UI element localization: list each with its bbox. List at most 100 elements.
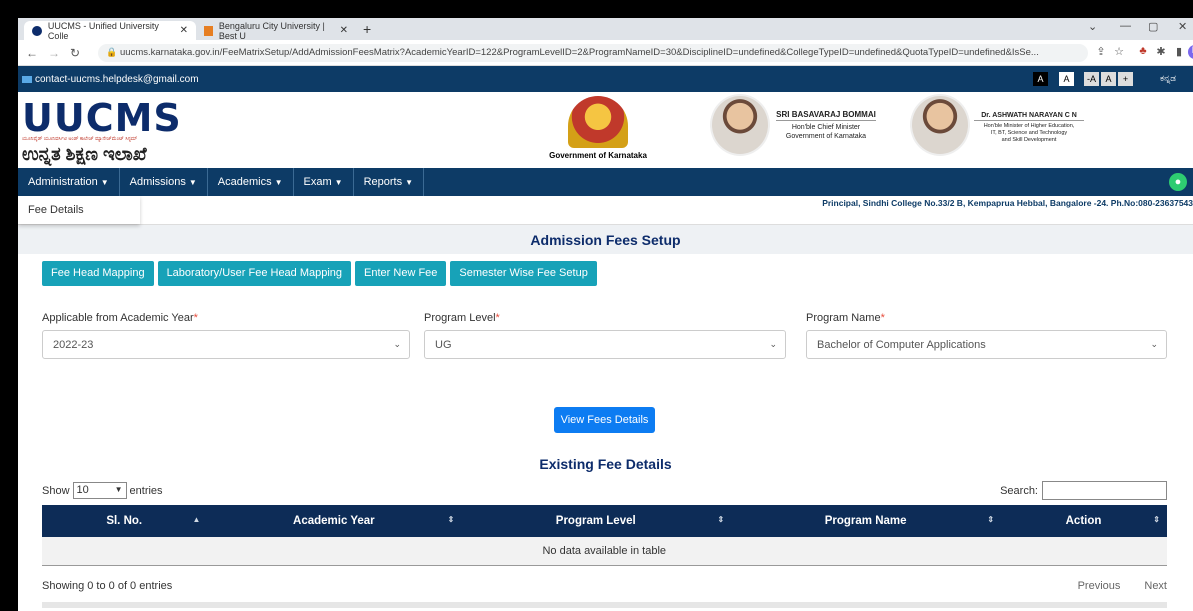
new-tab-icon[interactable]: +	[363, 21, 371, 37]
minister-info: Dr. ASHWATH NARAYAN C N Hon'ble Minister…	[974, 112, 1084, 144]
table-header-row: Sl. No. ▲ Academic Year ⇕ Program Level ⇕ P…	[42, 505, 1167, 537]
font-contrast-dark-button[interactable]: A	[1033, 72, 1048, 86]
label-text: Program Level	[424, 312, 496, 324]
font-decrease-button[interactable]: -A	[1084, 72, 1099, 86]
browser-tab-bcu[interactable]: Bengaluru City University | Best U ✕	[196, 20, 356, 41]
column-header-program-level[interactable]: Program Level ⇕	[460, 505, 732, 537]
required-mark: *	[880, 312, 885, 324]
sort-asc-icon: ▲	[192, 515, 201, 524]
column-label: Academic Year	[293, 515, 375, 527]
select-value: 2022-23	[53, 339, 94, 351]
column-header-action[interactable]: Action ⇕	[1000, 505, 1167, 537]
horizontal-scrollbar[interactable]	[42, 602, 1167, 608]
nav-exam[interactable]: Exam ▼	[294, 168, 354, 196]
font-contrast-light-button[interactable]: A	[1059, 72, 1074, 86]
sort-icon: ⇕	[1153, 515, 1160, 524]
page-title: Admission Fees Setup	[18, 224, 1193, 254]
page-length-select[interactable]: 10 ▼	[72, 482, 127, 499]
side-panel-icon[interactable]: ▮	[1172, 45, 1186, 59]
entries-label: entries	[129, 484, 163, 497]
program-level-label: Program Level*	[424, 312, 500, 324]
karnataka-emblem-icon	[568, 96, 628, 148]
font-increase-button[interactable]: +	[1118, 72, 1133, 86]
action-button-row: Fee Head Mapping Laboratory/User Fee Hea…	[42, 261, 597, 286]
column-label: Sl. No.	[106, 515, 143, 527]
column-label: Action	[1065, 515, 1102, 527]
logo-kannada: ಉನ್ನತ ಶಿಕ್ಷಣ ಇಲಾಖೆ	[22, 144, 147, 164]
fee-details-table: Sl. No. ▲ Academic Year ⇕ Program Level ⇕ P…	[42, 505, 1167, 566]
url-field[interactable]: 🔒 uucms.karnataka.gov.in/FeeMatrixSetup/…	[98, 44, 1088, 62]
column-header-academic-year[interactable]: Academic Year ⇕	[206, 505, 462, 537]
column-header-sl-no[interactable]: Sl. No. ▲	[42, 505, 208, 537]
dropdown-menu: Fee Details	[18, 196, 140, 224]
cm-name: SRI BASAVARAJ BOMMAI	[776, 110, 876, 121]
nav-administration[interactable]: Administration ▼	[18, 168, 120, 196]
pagination: Previous Next	[1078, 580, 1167, 592]
minister-line2: IT, BT, Science and Technology	[990, 130, 1068, 136]
minimize-icon[interactable]: —	[1120, 20, 1131, 32]
user-account-icon[interactable]: ●	[1169, 173, 1187, 191]
dropdown-item-fee-details[interactable]: Fee Details	[28, 204, 84, 216]
extensions-puzzle-icon[interactable]: ✱	[1154, 45, 1168, 59]
bookmark-star-icon[interactable]: ☆	[1112, 45, 1126, 59]
select-value: Bachelor of Computer Applications	[817, 339, 986, 351]
label-text: Applicable from Academic Year	[42, 312, 194, 324]
nav-admissions[interactable]: Admissions ▼	[120, 168, 208, 196]
contact-email[interactable]: contact-uucms.helpdesk@gmail.com	[35, 74, 199, 85]
back-icon[interactable]: ←	[26, 46, 38, 60]
cm-line2: Government of Karnataka	[785, 133, 867, 140]
existing-fee-title: Existing Fee Details	[539, 456, 672, 472]
font-reset-button[interactable]: A	[1101, 72, 1116, 86]
govt-emblem: Government of Karnataka	[538, 96, 658, 160]
fee-head-mapping-button[interactable]: Fee Head Mapping	[42, 261, 154, 286]
program-level-select[interactable]: UG ⌄	[424, 330, 786, 359]
govt-caption: Government of Karnataka	[549, 151, 647, 160]
search-input[interactable]	[1042, 481, 1167, 500]
page-length-value: 10	[76, 484, 89, 496]
share-icon[interactable]: ⇪	[1094, 45, 1108, 59]
close-window-icon[interactable]: ✕	[1178, 20, 1187, 33]
column-header-program-name[interactable]: Program Name ⇕	[730, 505, 1002, 537]
nav-academics[interactable]: Academics ▼	[208, 168, 294, 196]
forward-icon[interactable]: →	[48, 46, 60, 60]
program-name-select[interactable]: Bachelor of Computer Applications ⌄	[806, 330, 1167, 359]
next-button[interactable]: Next	[1144, 580, 1167, 592]
cm-photo	[710, 94, 770, 156]
reload-icon[interactable]: ↻	[70, 46, 80, 60]
empty-table-message: No data available in table	[42, 537, 1167, 566]
table-info: Showing 0 to 0 of 0 entries	[42, 580, 173, 592]
academic-year-select[interactable]: 2022-23 ⌄	[42, 330, 410, 359]
uucms-logo[interactable]: UUCMS ಯೂನಿಫೈಡ್ ಯೂನಿವರ್ಸಿಟಿ ಅಂಡ್ ಕಾಲೇಜ್ ಮ…	[22, 98, 182, 165]
lab-user-fee-head-mapping-button[interactable]: Laboratory/User Fee Head Mapping	[157, 261, 352, 286]
program-name-label: Program Name*	[806, 312, 885, 324]
view-fees-details-button[interactable]: View Fees Details	[554, 407, 655, 433]
site-header: UUCMS ಯೂನಿಫೈಡ್ ಯೂನಿವರ್ಸಿಟಿ ಅಂಡ್ ಕಾಲೇಜ್ ಮ…	[18, 92, 1193, 168]
required-mark: *	[495, 312, 500, 324]
nav-reports[interactable]: Reports ▼	[354, 168, 425, 196]
profile-avatar-icon[interactable]: R	[1188, 45, 1193, 59]
close-tab-icon[interactable]: ✕	[180, 25, 188, 36]
show-label: Show	[42, 484, 70, 497]
language-toggle[interactable]: ಕನ್ನಡ	[1160, 73, 1176, 84]
nav-label: Academics	[217, 176, 272, 188]
lock-icon: 🔒	[106, 47, 118, 57]
chevron-down-icon: ⌄	[769, 339, 777, 349]
tab-title: Bengaluru City University | Best U	[218, 20, 325, 41]
sort-icon: ⇕	[447, 515, 455, 524]
previous-button[interactable]: Previous	[1078, 580, 1121, 592]
screen-frame: UUCMS - Unified University Colle ✕ Benga…	[0, 0, 1193, 611]
extension-icon[interactable]: ♣	[1136, 45, 1150, 59]
cm-line1: Hon'ble Chief Minister	[791, 124, 861, 131]
search-label: Search:	[1000, 484, 1038, 497]
cm-info: SRI BASAVARAJ BOMMAI Hon'ble Chief Minis…	[776, 110, 876, 141]
close-tab-icon[interactable]: ✕	[340, 25, 348, 36]
chevron-down-icon: ⌄	[393, 339, 401, 349]
enter-new-fee-button[interactable]: Enter New Fee	[355, 261, 447, 286]
semester-wise-fee-setup-button[interactable]: Semester Wise Fee Setup	[450, 261, 597, 286]
minister-name: Dr. ASHWATH NARAYAN C N	[974, 112, 1084, 121]
tab-search-icon[interactable]: ⌄	[1088, 20, 1097, 33]
maximize-icon[interactable]: ▢	[1148, 20, 1158, 33]
browser-tab-uucms[interactable]: UUCMS - Unified University Colle ✕	[24, 21, 196, 41]
browser-tab-bar: UUCMS - Unified University Colle ✕ Benga…	[18, 18, 1193, 41]
principal-info: Principal, Sindhi College No.33/2 B, Kem…	[822, 198, 1193, 208]
